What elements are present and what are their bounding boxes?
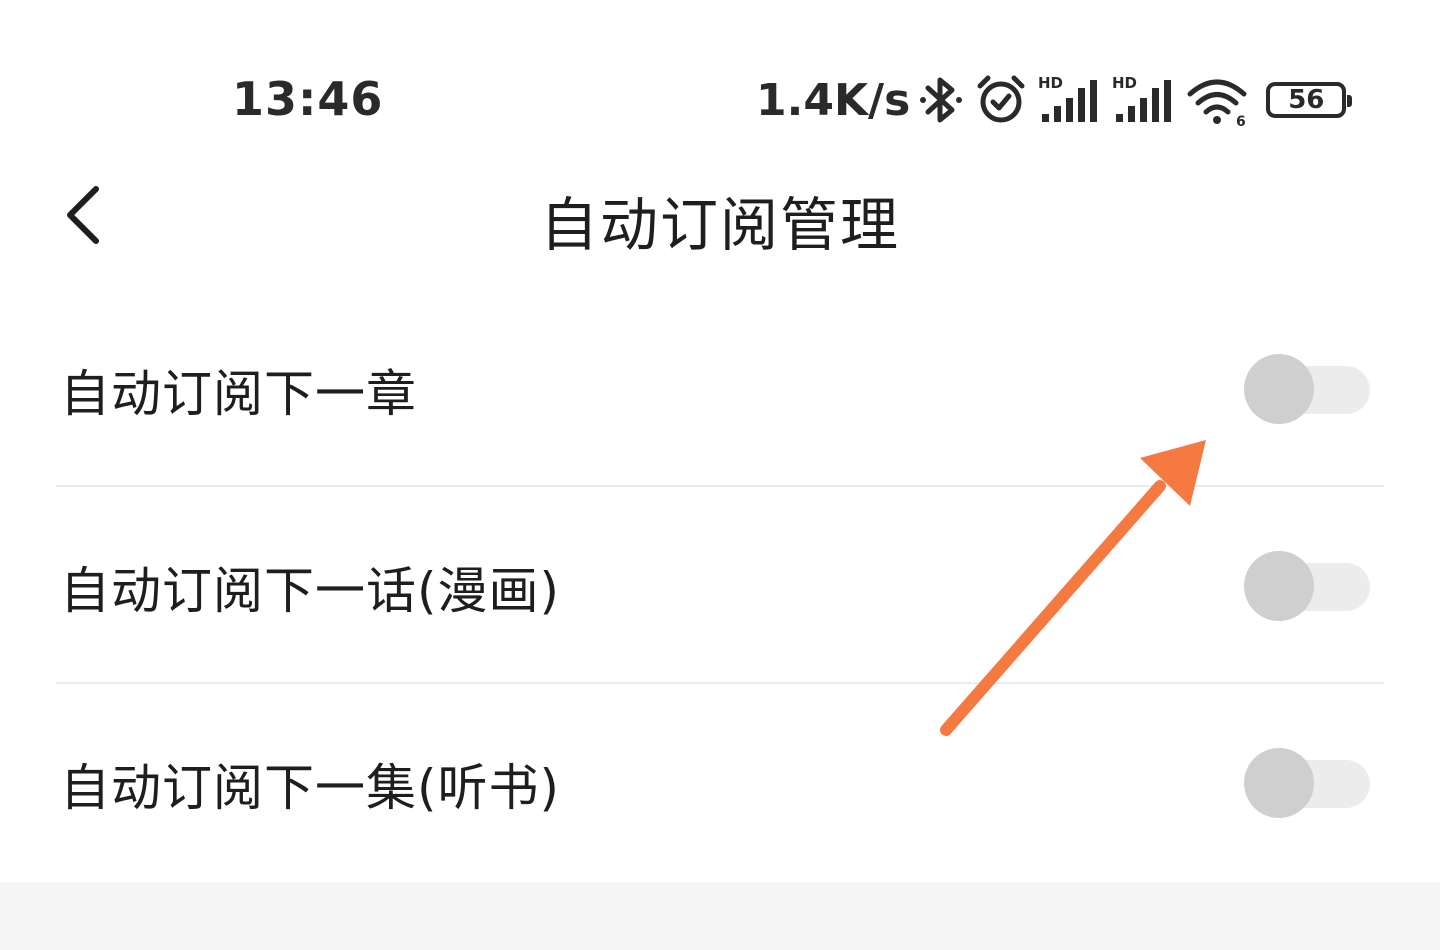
settings-list: 自动订阅下一章 自动订阅下一话(漫画) 自动订阅下一集(听书) xyxy=(0,290,1440,881)
toggle-knob xyxy=(1244,748,1314,818)
toggle-knob xyxy=(1244,354,1314,424)
setting-row-next-chapter: 自动订阅下一章 xyxy=(0,290,1440,487)
bottom-background xyxy=(0,882,1440,950)
auto-subscribe-audiobook-toggle[interactable] xyxy=(1244,748,1370,820)
toggle-knob xyxy=(1244,551,1314,621)
signal-hd-icon: HD xyxy=(1038,72,1102,128)
setting-row-next-audiobook: 自动订阅下一集(听书) xyxy=(0,684,1440,881)
svg-text:HD: HD xyxy=(1112,74,1137,92)
setting-label: 自动订阅下一集(听书) xyxy=(60,759,561,817)
bluetooth-icon xyxy=(918,72,964,128)
svg-text:6: 6 xyxy=(1236,114,1246,128)
navigation-bar: 自动订阅管理 xyxy=(0,160,1440,270)
network-speed: 1.4K/s xyxy=(756,74,911,126)
setting-label: 自动订阅下一章 xyxy=(60,365,417,423)
auto-subscribe-chapter-toggle[interactable] xyxy=(1244,354,1370,426)
status-icons: 1.4K/s HD HD 6 56 xyxy=(756,70,1353,130)
setting-label: 自动订阅下一话(漫画) xyxy=(60,562,561,620)
status-bar: 13:46 1.4K/s HD HD 6 56 xyxy=(0,0,1440,160)
svg-text:HD: HD xyxy=(1038,74,1063,92)
alarm-icon xyxy=(974,72,1028,128)
battery-icon: 56 xyxy=(1266,82,1353,118)
wifi-icon: 6 xyxy=(1186,72,1248,128)
screen: 13:46 1.4K/s HD HD 6 56 自动订阅管理 自动订阅下一章 自… xyxy=(0,0,1440,950)
signal-hd-icon: HD xyxy=(1112,72,1176,128)
page-title: 自动订阅管理 xyxy=(539,191,900,259)
status-time: 13:46 xyxy=(232,72,384,126)
auto-subscribe-comic-toggle[interactable] xyxy=(1244,551,1370,623)
battery-level: 56 xyxy=(1288,85,1325,115)
setting-row-next-comic: 自动订阅下一话(漫画) xyxy=(0,487,1440,684)
